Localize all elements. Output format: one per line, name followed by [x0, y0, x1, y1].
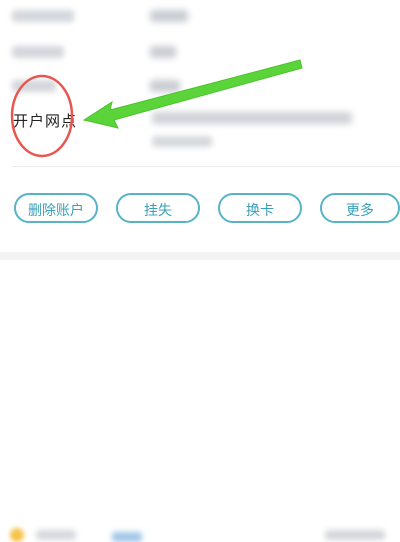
- info-row-3: [0, 72, 400, 102]
- redacted-label: [12, 10, 74, 22]
- info-row-1: [0, 2, 400, 32]
- redacted-outlet-address: [152, 112, 352, 124]
- delete-account-button[interactable]: 删除账户: [14, 193, 98, 223]
- redacted-icon: [10, 528, 24, 542]
- redacted-value: [150, 10, 188, 22]
- redacted-text: [325, 530, 385, 540]
- change-card-button[interactable]: 换卡: [218, 193, 302, 223]
- redacted-label: [12, 80, 56, 92]
- section-gap: [0, 252, 400, 260]
- account-details-card: 开户网点 删除账户 挂失 换卡 更多: [0, 0, 400, 252]
- section-divider: [12, 166, 400, 167]
- info-row-2: [0, 38, 400, 68]
- redacted-label: [12, 46, 64, 58]
- redacted-value: [150, 80, 180, 92]
- next-list-item[interactable]: [0, 260, 400, 542]
- report-loss-button[interactable]: 挂失: [116, 193, 200, 223]
- redacted-outlet-detail: [152, 136, 212, 147]
- redacted-text: [36, 530, 76, 540]
- redacted-link: [112, 532, 142, 542]
- account-outlet-label: 开户网点: [13, 112, 78, 130]
- more-button[interactable]: 更多: [320, 193, 400, 223]
- redacted-value: [150, 46, 176, 58]
